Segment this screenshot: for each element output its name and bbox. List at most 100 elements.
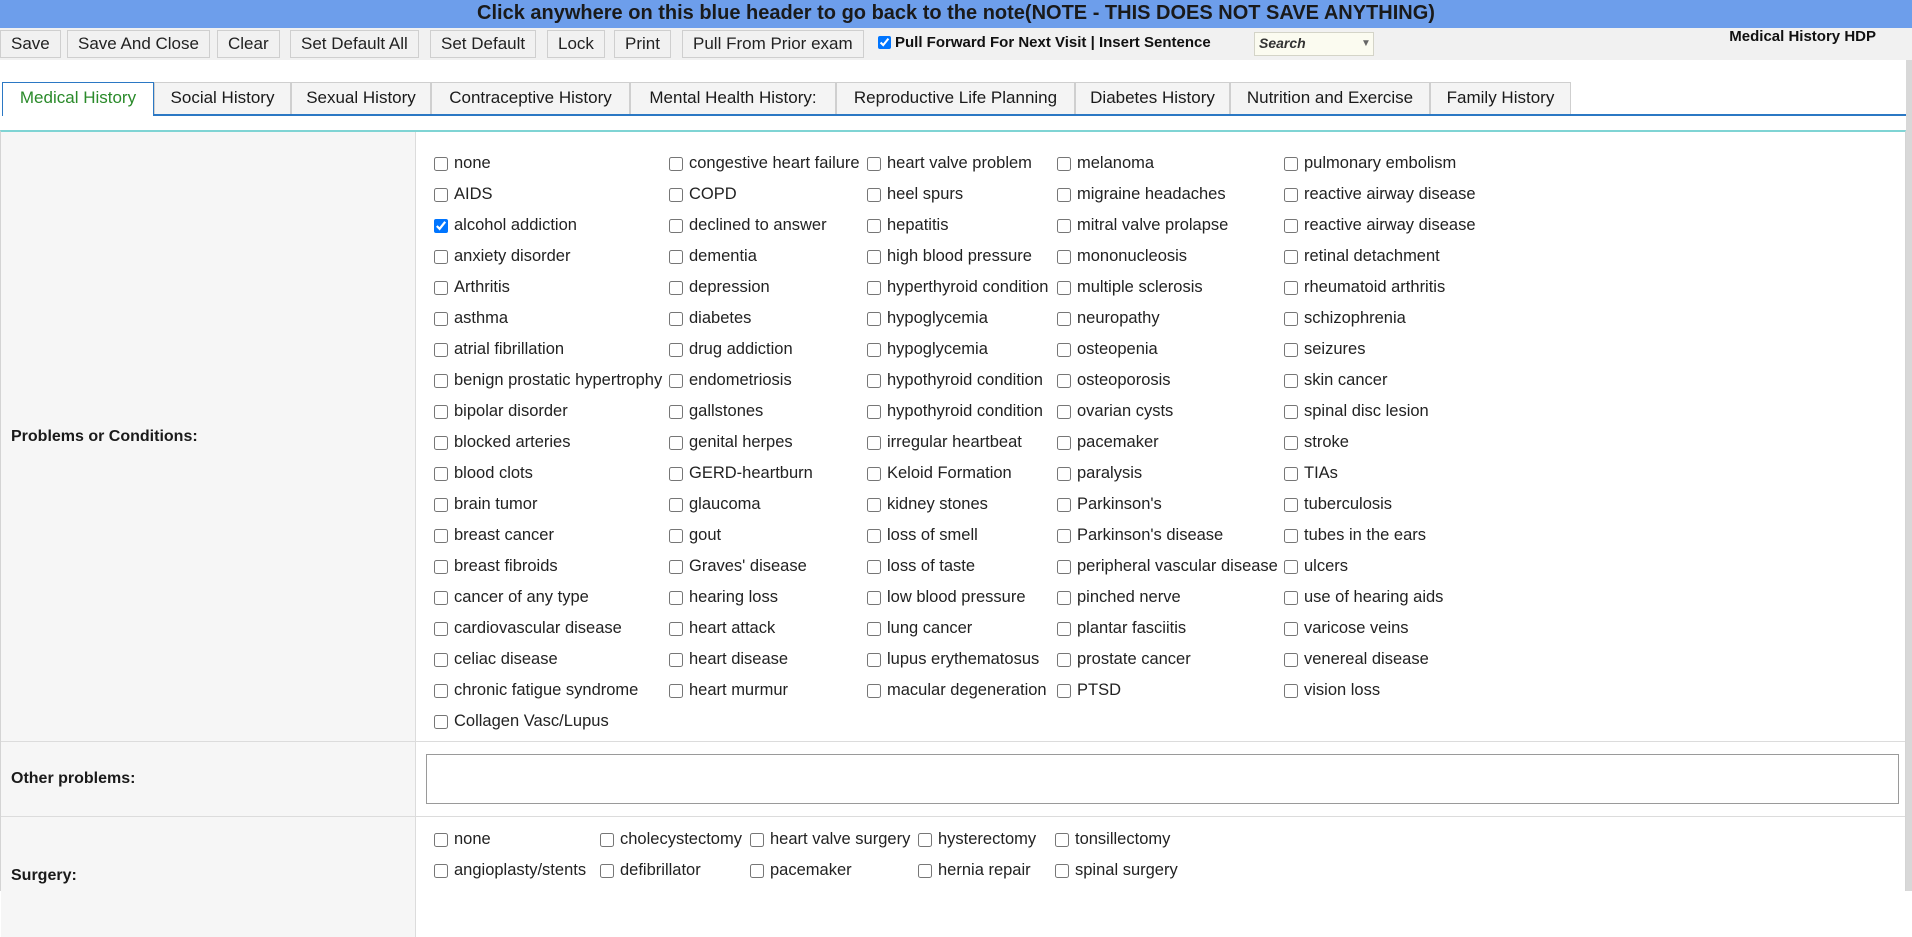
problem-checkbox[interactable] xyxy=(434,249,448,264)
problem-checkbox[interactable] xyxy=(867,590,881,605)
problem-option-varicose-veins[interactable]: varicose veins xyxy=(1266,613,1476,644)
problem-checkbox[interactable] xyxy=(1057,621,1071,636)
tab-reproductive-life-planning[interactable]: Reproductive Life Planning xyxy=(836,82,1075,114)
problem-checkbox[interactable] xyxy=(434,435,448,450)
problem-option-collagen-vasc-lupus[interactable]: Collagen Vasc/Lupus xyxy=(416,706,662,737)
problem-checkbox[interactable] xyxy=(669,187,683,202)
problem-option-irregular-heartbeat[interactable]: irregular heartbeat xyxy=(849,427,1048,458)
surgery-checkbox[interactable] xyxy=(434,832,448,847)
surgery-checkbox[interactable] xyxy=(600,832,614,847)
problem-option-alcohol-addiction[interactable]: alcohol addiction xyxy=(416,210,662,241)
problem-checkbox[interactable] xyxy=(1057,311,1071,326)
problem-checkbox[interactable] xyxy=(1057,280,1071,295)
problem-option-low-blood-pressure[interactable]: low blood pressure xyxy=(849,582,1048,613)
problem-option-keloid-formation[interactable]: Keloid Formation xyxy=(849,458,1048,489)
problem-checkbox[interactable] xyxy=(434,559,448,574)
problem-checkbox[interactable] xyxy=(1284,187,1298,202)
chevron-down-icon[interactable]: ▼ xyxy=(1356,32,1376,56)
print-button[interactable]: Print xyxy=(614,30,671,58)
problem-option-gout[interactable]: gout xyxy=(651,520,860,551)
problem-option-hypoglycemia[interactable]: hypoglycemia xyxy=(849,334,1048,365)
problem-option-asthma[interactable]: asthma xyxy=(416,303,662,334)
problem-option-tuberculosis[interactable]: tuberculosis xyxy=(1266,489,1476,520)
set-default-all-button[interactable]: Set Default All xyxy=(290,30,419,58)
pull-from-prior-exam-button[interactable]: Pull From Prior exam xyxy=(682,30,864,58)
problem-option-prostate-cancer[interactable]: prostate cancer xyxy=(1039,644,1278,675)
problem-checkbox[interactable] xyxy=(669,280,683,295)
problem-checkbox[interactable] xyxy=(1284,280,1298,295)
problem-checkbox[interactable] xyxy=(1057,156,1071,171)
problem-checkbox[interactable] xyxy=(1284,156,1298,171)
problem-option-ulcers[interactable]: ulcers xyxy=(1266,551,1476,582)
problem-option-lupus-erythematosus[interactable]: lupus erythematosus xyxy=(849,644,1048,675)
problem-checkbox[interactable] xyxy=(434,218,448,233)
problem-option-spinal-disc-lesion[interactable]: spinal disc lesion xyxy=(1266,396,1476,427)
problem-checkbox[interactable] xyxy=(669,156,683,171)
problem-option-hepatitis[interactable]: hepatitis xyxy=(849,210,1048,241)
surgery-checkbox[interactable] xyxy=(918,863,932,878)
problem-checkbox[interactable] xyxy=(669,342,683,357)
problem-checkbox[interactable] xyxy=(867,249,881,264)
problem-checkbox[interactable] xyxy=(1057,187,1071,202)
surgery-option-spinal-surgery[interactable]: spinal surgery xyxy=(1037,855,1178,886)
problem-option-declined-to-answer[interactable]: declined to answer xyxy=(651,210,860,241)
problem-checkbox[interactable] xyxy=(669,497,683,512)
problem-option-migraine-headaches[interactable]: migraine headaches xyxy=(1039,179,1278,210)
problem-option-peripheral-vascular-disease[interactable]: peripheral vascular disease xyxy=(1039,551,1278,582)
problem-option-blood-clots[interactable]: blood clots xyxy=(416,458,662,489)
surgery-checkbox[interactable] xyxy=(750,863,764,878)
problem-option-anxiety-disorder[interactable]: anxiety disorder xyxy=(416,241,662,272)
problem-option-congestive-heart-failure[interactable]: congestive heart failure xyxy=(651,148,860,179)
problem-option-dementia[interactable]: dementia xyxy=(651,241,860,272)
problem-option-atrial-fibrillation[interactable]: atrial fibrillation xyxy=(416,334,662,365)
problem-checkbox[interactable] xyxy=(669,652,683,667)
problem-checkbox[interactable] xyxy=(1057,435,1071,450)
problem-option-high-blood-pressure[interactable]: high blood pressure xyxy=(849,241,1048,272)
clear-button[interactable]: Clear xyxy=(217,30,280,58)
problem-checkbox[interactable] xyxy=(867,528,881,543)
problem-checkbox[interactable] xyxy=(867,342,881,357)
problem-option-rheumatoid-arthritis[interactable]: rheumatoid arthritis xyxy=(1266,272,1476,303)
problem-option-hypothyroid-condition[interactable]: hypothyroid condition xyxy=(849,396,1048,427)
problem-checkbox[interactable] xyxy=(867,404,881,419)
problem-option-lung-cancer[interactable]: lung cancer xyxy=(849,613,1048,644)
problem-checkbox[interactable] xyxy=(867,683,881,698)
problem-checkbox[interactable] xyxy=(434,528,448,543)
problem-option-cardiovascular-disease[interactable]: cardiovascular disease xyxy=(416,613,662,644)
lock-button[interactable]: Lock xyxy=(547,30,605,58)
problem-option-bipolar-disorder[interactable]: bipolar disorder xyxy=(416,396,662,427)
problem-option-heart-disease[interactable]: heart disease xyxy=(651,644,860,675)
problem-checkbox[interactable] xyxy=(1057,590,1071,605)
problem-option-depression[interactable]: depression xyxy=(651,272,860,303)
surgery-option-heart-valve-surgery[interactable]: heart valve surgery xyxy=(732,824,910,855)
surgery-option-pacemaker[interactable]: pacemaker xyxy=(732,855,910,886)
problem-checkbox[interactable] xyxy=(867,156,881,171)
problem-checkbox[interactable] xyxy=(1057,342,1071,357)
problem-checkbox[interactable] xyxy=(867,435,881,450)
problem-option-ptsd[interactable]: PTSD xyxy=(1039,675,1278,706)
problem-checkbox[interactable] xyxy=(434,714,448,729)
problem-option-pulmonary-embolism[interactable]: pulmonary embolism xyxy=(1266,148,1476,179)
surgery-option-cholecystectomy[interactable]: cholecystectomy xyxy=(582,824,742,855)
surgery-checkbox[interactable] xyxy=(1055,832,1069,847)
problem-checkbox[interactable] xyxy=(669,311,683,326)
problem-checkbox[interactable] xyxy=(1057,218,1071,233)
problem-option-reactive-airway-disease[interactable]: reactive airway disease xyxy=(1266,179,1476,210)
problem-checkbox[interactable] xyxy=(434,311,448,326)
back-to-note-header[interactable]: Click anywhere on this blue header to go… xyxy=(0,0,1912,28)
problem-option-endometriosis[interactable]: endometriosis xyxy=(651,365,860,396)
problem-checkbox[interactable] xyxy=(1057,249,1071,264)
tab-family-history[interactable]: Family History xyxy=(1430,82,1571,114)
problem-option-cancer-of-any-type[interactable]: cancer of any type xyxy=(416,582,662,613)
problem-option-hyperthyroid-condition[interactable]: hyperthyroid condition xyxy=(849,272,1048,303)
problem-checkbox[interactable] xyxy=(1284,435,1298,450)
problem-checkbox[interactable] xyxy=(1284,497,1298,512)
problem-checkbox[interactable] xyxy=(434,373,448,388)
problem-checkbox[interactable] xyxy=(1284,342,1298,357)
problem-option-gallstones[interactable]: gallstones xyxy=(651,396,860,427)
problem-checkbox[interactable] xyxy=(669,218,683,233)
problem-option-kidney-stones[interactable]: kidney stones xyxy=(849,489,1048,520)
problem-option-hypothyroid-condition[interactable]: hypothyroid condition xyxy=(849,365,1048,396)
problem-checkbox[interactable] xyxy=(867,280,881,295)
surgery-option-tonsillectomy[interactable]: tonsillectomy xyxy=(1037,824,1178,855)
